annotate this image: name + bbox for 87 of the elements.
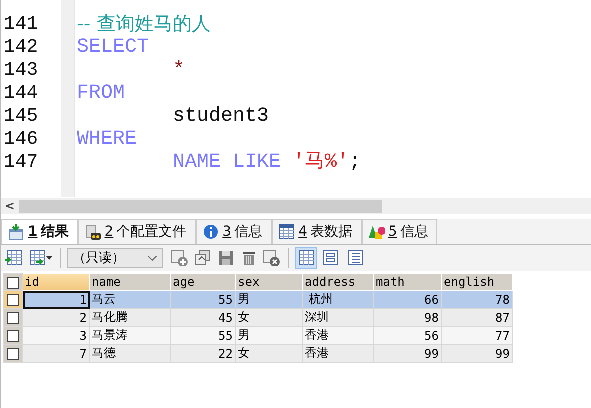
table-cell: 99	[374, 344, 442, 362]
table-arrow-icon	[8, 224, 24, 240]
column-header[interactable]: math	[374, 274, 442, 290]
table-cell: 女	[236, 308, 302, 326]
code-token: ;	[349, 151, 362, 174]
table-cell: 马云	[90, 290, 170, 308]
table-cell: 66	[374, 290, 442, 308]
table-cell: 马景涛	[90, 326, 170, 344]
table-cell: 55	[170, 290, 236, 308]
scrollbar-thumb[interactable]	[19, 200, 382, 212]
add-row-icon	[171, 250, 189, 266]
line-number: 141	[4, 13, 40, 36]
table-cell: 香港	[302, 326, 374, 344]
import-button[interactable]	[4, 248, 24, 268]
grid-icon	[297, 250, 315, 266]
table-cell: 马化腾	[90, 308, 170, 326]
result-tab[interactable]: 2 个配置文件	[78, 219, 196, 244]
export-icon	[28, 250, 46, 266]
code-token: '马%'	[293, 151, 350, 174]
code-token: student3	[172, 105, 270, 128]
table-cell: 马德	[90, 344, 170, 362]
table-cell: 深圳	[302, 308, 374, 326]
caret-icon	[46, 256, 53, 260]
row-checkbox[interactable]	[7, 330, 19, 342]
text-icon	[347, 250, 365, 266]
column-header[interactable]: id	[22, 274, 90, 290]
table-cell: 87	[442, 308, 512, 326]
column-header[interactable]: sex	[236, 274, 302, 290]
table-cell: 55	[170, 326, 236, 344]
mode-dropdown[interactable]: （只读）	[67, 248, 163, 268]
table-cell: 77	[442, 326, 512, 344]
result-tab[interactable]: 3 信息	[196, 219, 272, 244]
table-cell: 22	[170, 344, 236, 362]
code-token: NAME LIKE	[172, 151, 282, 174]
add-row-button[interactable]	[170, 248, 190, 268]
document-binoculars-icon	[84, 224, 101, 240]
grid-view-button[interactable]	[295, 247, 317, 269]
line-number: 147	[4, 151, 40, 174]
import-icon	[5, 250, 23, 266]
row-checkbox[interactable]	[7, 294, 19, 306]
table-cell: 7	[22, 344, 90, 362]
table-cell: 1	[22, 290, 90, 308]
save-button[interactable]	[216, 248, 236, 268]
table-cell: 男	[236, 290, 302, 308]
line-number: 145	[4, 105, 40, 128]
table-cell: 78	[442, 290, 512, 308]
cancel-icon	[263, 250, 281, 266]
line-number: 146	[4, 128, 40, 151]
duplicate-icon	[194, 250, 212, 266]
duplicate-button[interactable]	[193, 248, 213, 268]
table-cell: 3	[22, 326, 90, 344]
chevron-down-icon	[148, 256, 157, 260]
code-token: -- 查询姓马的人	[77, 13, 211, 36]
line-number: 143	[4, 59, 40, 82]
row-checkbox[interactable]	[7, 312, 19, 324]
table-cell: 女	[236, 344, 302, 362]
line-number: 144	[4, 82, 40, 105]
column-header[interactable]: address	[302, 274, 374, 290]
column-header[interactable]: english	[442, 274, 512, 290]
row-checkbox[interactable]	[7, 348, 19, 360]
table-cell: 2	[22, 308, 90, 326]
table-cell: 香港	[302, 344, 374, 362]
cancel-button[interactable]	[262, 248, 282, 268]
table-cell: 男	[236, 326, 302, 344]
save-icon	[217, 250, 235, 266]
shapes-icon	[368, 224, 385, 240]
code-token: *	[172, 59, 186, 82]
result-tab[interactable]: 4 表数据	[272, 219, 362, 244]
delete-icon	[240, 250, 258, 266]
table-cell: 98	[374, 308, 442, 326]
code-token: FROM	[77, 82, 126, 105]
scroll-left-button[interactable]: <	[1, 198, 19, 214]
code-token: WHERE	[77, 128, 138, 151]
table-cell: 杭州	[302, 290, 374, 308]
column-header[interactable]: name	[90, 274, 170, 290]
info-icon	[202, 224, 219, 240]
table-cell: 99	[442, 344, 512, 362]
select-all-checkbox[interactable]	[7, 276, 19, 289]
form-icon	[322, 250, 340, 266]
column-header[interactable]: age	[170, 274, 236, 290]
table-cell: 45	[170, 308, 236, 326]
table-icon	[278, 224, 295, 240]
code-token: SELECT	[77, 36, 150, 59]
result-tab[interactable]: 5 信息	[362, 219, 438, 244]
line-number: 142	[4, 36, 40, 59]
table-cell: 56	[374, 326, 442, 344]
result-tab[interactable]: 1 结果	[1, 219, 78, 244]
